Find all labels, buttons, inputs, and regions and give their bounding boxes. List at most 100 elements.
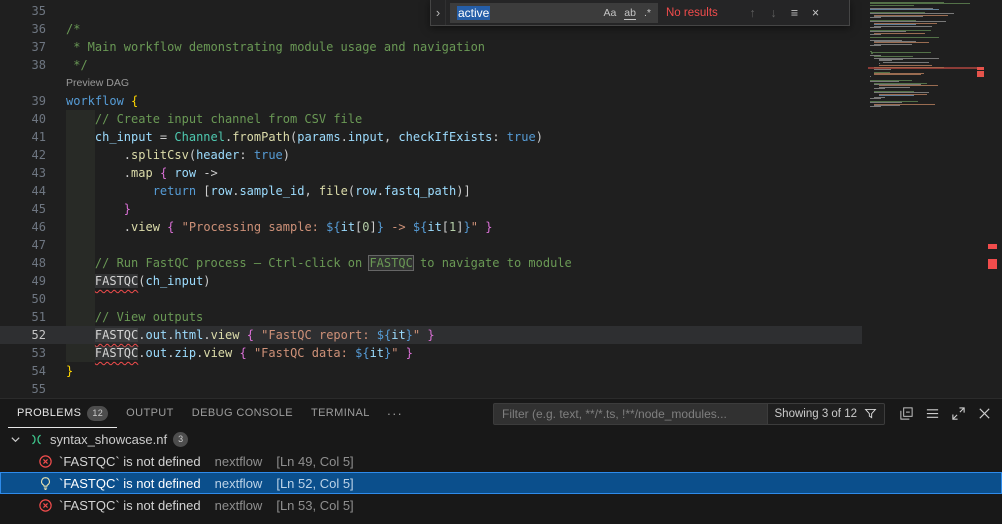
- problem-message: `FASTQC` is not defined: [59, 454, 201, 469]
- overview-ruler[interactable]: [984, 0, 1002, 398]
- problems-file-row[interactable]: syntax_showcase.nf 3: [0, 428, 1002, 450]
- tab-terminal[interactable]: TERMINAL: [302, 399, 379, 428]
- filter-funnel-icon[interactable]: [864, 407, 877, 420]
- find-close-button[interactable]: ×: [805, 6, 826, 20]
- tab-output[interactable]: OUTPUT: [117, 399, 183, 428]
- code-editor[interactable]: 3536/*37 * Main workflow demonstrating m…: [0, 0, 1002, 398]
- code-line-40[interactable]: 40 // Create input channel from CSV file: [0, 110, 1002, 128]
- find-query-text: active: [457, 6, 490, 20]
- code-line-52[interactable]: 52 FASTQC.out.html.view { "FastQC report…: [0, 326, 1002, 344]
- chevron-right-icon: ›: [436, 5, 440, 20]
- find-input[interactable]: active Aa ab .*: [450, 3, 658, 23]
- tab-debug-console[interactable]: DEBUG CONSOLE: [183, 399, 302, 428]
- filter-placeholder: Filter (e.g. text, **/*.ts, !**/node_mod…: [494, 407, 767, 421]
- code-text: FASTQC.out.zip.view { "FastQC data: ${it…: [66, 344, 413, 362]
- panel-header: PROBLEMS 12 OUTPUT DEBUG CONSOLE TERMINA…: [0, 399, 1002, 428]
- code-line-55[interactable]: 55: [0, 380, 1002, 398]
- line-number: 39: [0, 92, 66, 110]
- close-panel-icon[interactable]: [977, 406, 992, 421]
- match-case-icon[interactable]: Aa: [600, 6, 619, 20]
- problem-row[interactable]: `FASTQC` is not definednextflow[Ln 53, C…: [0, 494, 1002, 516]
- more-tabs-button[interactable]: ···: [379, 406, 411, 421]
- maximize-panel-icon[interactable]: [951, 406, 966, 421]
- line-number: 35: [0, 2, 66, 20]
- code-text: // Run FastQC process – Ctrl-click on FA…: [66, 254, 572, 272]
- minimap-error-marker: [977, 74, 984, 77]
- minimap-content: [870, 2, 982, 112]
- tab-output-label: OUTPUT: [126, 407, 174, 419]
- line-number: 50: [0, 290, 66, 308]
- code-text: // Create input channel from CSV file: [66, 110, 362, 128]
- code-line-53[interactable]: 53 FASTQC.out.zip.view { "FastQC data: $…: [0, 344, 1002, 362]
- codelens-preview-dag[interactable]: Preview DAG: [66, 74, 129, 92]
- problem-message: `FASTQC` is not defined: [59, 476, 201, 491]
- chevron-down-icon: [10, 434, 22, 445]
- vscode-window: 3536/*37 * Main workflow demonstrating m…: [0, 0, 1002, 524]
- code-line-37[interactable]: 37 * Main workflow demonstrating module …: [0, 38, 1002, 56]
- line-number: 49: [0, 272, 66, 290]
- error-marker: [988, 244, 997, 249]
- code-text: FASTQC.out.html.view { "FastQC report: $…: [66, 326, 435, 344]
- error-marker: [988, 259, 997, 269]
- find-in-selection-button[interactable]: ≡: [784, 6, 805, 20]
- line-number: 52: [0, 326, 66, 344]
- problem-source: nextflow: [215, 476, 263, 491]
- regex-icon[interactable]: .*: [641, 6, 654, 20]
- minimap-error-marker: [977, 67, 984, 70]
- find-next-button[interactable]: ↓: [763, 6, 784, 20]
- problems-count-badge: 12: [87, 406, 108, 421]
- code-lines: 3536/*37 * Main workflow demonstrating m…: [0, 2, 1002, 398]
- line-number: 41: [0, 128, 66, 146]
- error-icon: [37, 453, 53, 469]
- find-results-label: No results: [666, 7, 736, 19]
- code-line-54[interactable]: 54}: [0, 362, 1002, 380]
- line-number: 42: [0, 146, 66, 164]
- code-line-42[interactable]: 42 .splitCsv(header: true): [0, 146, 1002, 164]
- file-name: syntax_showcase.nf: [50, 432, 167, 447]
- code-line-48[interactable]: 48 // Run FastQC process – Ctrl-click on…: [0, 254, 1002, 272]
- code-line-38[interactable]: 38 */: [0, 56, 1002, 74]
- find-previous-button[interactable]: ↑: [742, 6, 763, 20]
- line-number: 53: [0, 344, 66, 362]
- code-text: FASTQC(ch_input): [66, 272, 211, 290]
- line-number: 51: [0, 308, 66, 326]
- line-number: 48: [0, 254, 66, 272]
- code-line-47[interactable]: 47: [0, 236, 1002, 254]
- problem-source: nextflow: [215, 498, 263, 513]
- line-number: 38: [0, 56, 66, 74]
- code-line-43[interactable]: 43 .map { row ->: [0, 164, 1002, 182]
- code-line-45[interactable]: 45 }: [0, 200, 1002, 218]
- code-text: * Main workflow demonstrating module usa…: [66, 38, 485, 56]
- tab-problems-label: PROBLEMS: [17, 407, 81, 419]
- problem-row[interactable]: `FASTQC` is not definednextflow[Ln 52, C…: [0, 472, 1002, 494]
- code-line-41[interactable]: 41 ch_input = Channel.fromPath(params.in…: [0, 128, 1002, 146]
- code-line-46[interactable]: 46 .view { "Processing sample: ${it[0]} …: [0, 218, 1002, 236]
- problems-filter-input[interactable]: Filter (e.g. text, **/*.ts, !**/node_mod…: [493, 403, 885, 425]
- line-number: 36: [0, 20, 66, 38]
- code-line-39[interactable]: 39workflow {: [0, 92, 1002, 110]
- collapse-all-icon[interactable]: [899, 406, 914, 421]
- filter-status-chip: Showing 3 of 12: [767, 404, 884, 424]
- code-line-50[interactable]: 50: [0, 290, 1002, 308]
- view-as-table-icon[interactable]: [925, 406, 940, 421]
- code-line-44[interactable]: 44 return [row.sample_id, file(row.fastq…: [0, 182, 1002, 200]
- line-number: 37: [0, 38, 66, 56]
- lightbulb-icon: [37, 475, 53, 491]
- code-text: workflow {: [66, 92, 138, 110]
- problem-row[interactable]: `FASTQC` is not definednextflow[Ln 49, C…: [0, 450, 1002, 472]
- line-number: 44: [0, 182, 66, 200]
- code-line-51[interactable]: 51 // View outputs: [0, 308, 1002, 326]
- tab-problems[interactable]: PROBLEMS 12: [8, 399, 117, 428]
- problem-source: nextflow: [215, 454, 263, 469]
- code-text: .splitCsv(header: true): [66, 146, 290, 164]
- code-text: return [row.sample_id, file(row.fastq_pa…: [66, 182, 471, 200]
- whole-word-icon[interactable]: ab: [621, 6, 639, 20]
- code-line-49[interactable]: 49 FASTQC(ch_input): [0, 272, 1002, 290]
- minimap[interactable]: [868, 0, 984, 398]
- code-text: .view { "Processing sample: ${it[0]} -> …: [66, 218, 492, 236]
- codelens-row[interactable]: Preview DAG: [0, 74, 1002, 92]
- code-text: }: [66, 200, 131, 218]
- code-text: */: [66, 56, 88, 74]
- toggle-replace-button[interactable]: ›: [431, 0, 446, 25]
- line-number: 43: [0, 164, 66, 182]
